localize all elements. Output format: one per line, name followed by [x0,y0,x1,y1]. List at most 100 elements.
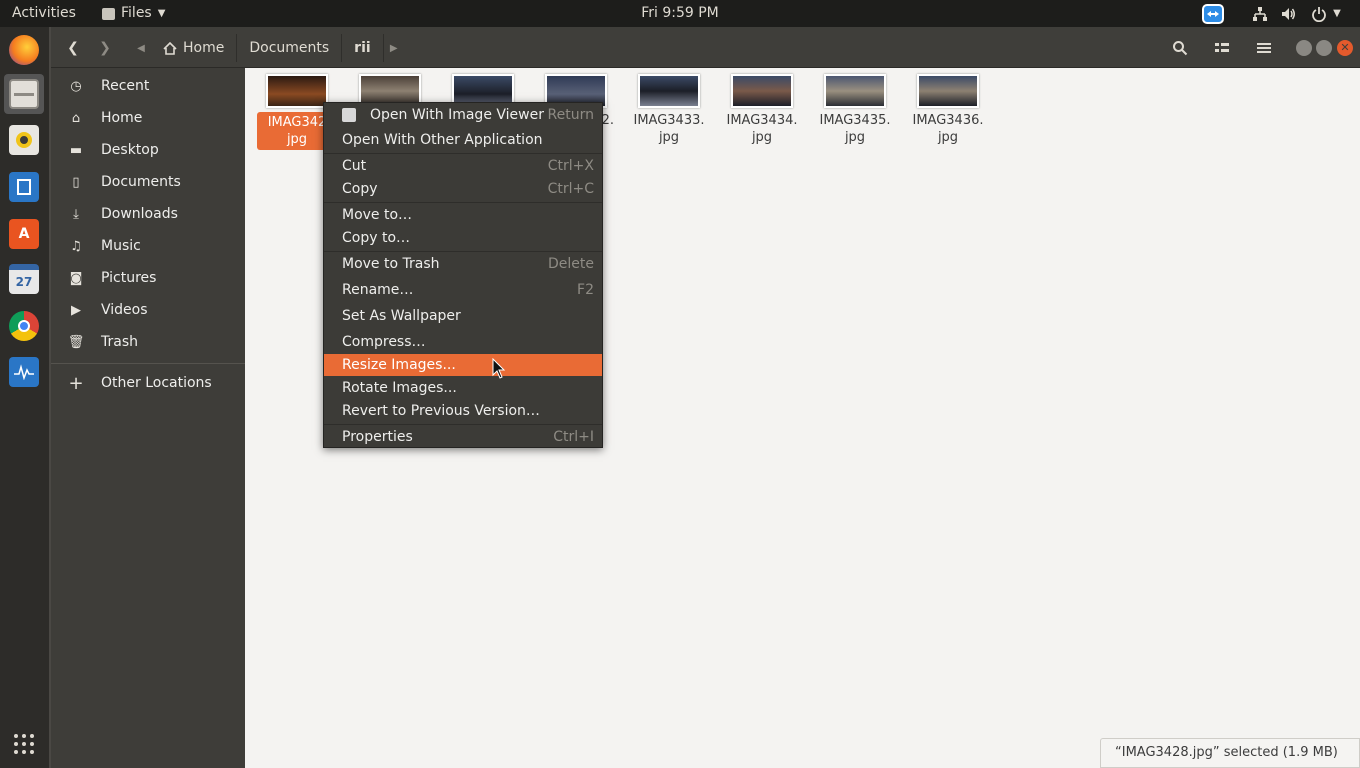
sidebar-item-desktop[interactable]: ▬ Desktop [51,135,245,165]
menu-item-label: Move to… [342,207,413,223]
file-item[interactable]: IMAG3434. jpg [722,74,802,146]
sidebar-item-label: Other Locations [101,375,212,391]
sidebar-item-label: Recent [101,78,150,94]
header-bar: ❮ ❯ ◀ Home Documents rii ▶ ✕ [51,27,1360,68]
power-icon [1312,6,1327,22]
clock-icon: ◷ [70,78,82,94]
pathbar-right-arrow-icon[interactable]: ▶ [384,43,404,54]
view-toggle-button[interactable] [1207,34,1237,62]
menu-item-move-to-trash[interactable]: Move to Trash Delete [324,253,602,275]
menu-item-copy[interactable]: Copy Ctrl+C [324,178,602,200]
menu-item-resize-images[interactable]: Resize Images... [324,354,602,376]
sidebar-item-pictures[interactable]: ◙ Pictures [51,263,245,293]
document-icon: ▯ [72,174,80,190]
clock: Fri 9:59 PM [0,0,1360,27]
breadcrumb-home-label: Home [183,40,225,56]
menu-separator [324,202,602,203]
menu-item-compress[interactable]: Compress… [324,331,602,353]
breadcrumb-home[interactable]: Home [151,34,238,62]
menu-item-open-with-image-viewer[interactable]: Open With Image Viewer Return [324,104,602,126]
sidebar-item-videos[interactable]: ▶ Videos [51,295,245,325]
back-button[interactable]: ❮ [59,34,87,62]
system-monitor-icon [9,357,39,387]
app-menu-label: Files [121,5,152,21]
folder-icon: ▬ [69,142,83,158]
dock-software[interactable]: A [4,214,44,254]
hamburger-menu-button[interactable] [1249,34,1279,62]
menu-item-properties[interactable]: Properties Ctrl+I [324,426,602,448]
dock-writer[interactable] [4,167,44,207]
menu-item-set-as-wallpaper[interactable]: Set As Wallpaper [324,305,602,327]
video-icon: ▶ [71,302,81,318]
dock-rhythmbox[interactable] [4,120,44,160]
breadcrumb: ◀ Home Documents rii ▶ [131,34,404,62]
menu-item-accel: Delete [548,256,594,272]
sidebar-item-trash[interactable]: 🗑 Trash [51,327,245,357]
sidebar-item-recent[interactable]: ◷ Recent [51,71,245,101]
search-button[interactable] [1165,34,1195,62]
sidebar-item-label: Videos [101,302,148,318]
close-button[interactable]: ✕ [1337,40,1353,56]
menu-item-label: Revert to Previous Version… [342,403,540,419]
forward-button[interactable]: ❯ [91,34,119,62]
file-name-line2: jpg [658,130,680,145]
activities-button[interactable]: Activities [12,0,76,27]
dock-firefox[interactable] [4,30,44,70]
power-menu[interactable]: ▼ [1306,0,1346,27]
context-menu: Open With Image Viewer Return Open With … [323,102,603,448]
search-icon [1173,41,1188,56]
menu-separator [324,153,602,154]
menu-separator [324,424,602,425]
file-name-line1: IMAG3434. [726,113,798,128]
menu-item-revert-to-previous-version[interactable]: Revert to Previous Version… [324,400,602,422]
clock-label[interactable]: Fri 9:59 PM [641,5,719,21]
menu-separator [324,251,602,252]
dock-chrome[interactable] [4,306,44,346]
menu-item-move-to[interactable]: Move to… [324,204,602,226]
sidebar-item-home[interactable]: ⌂ Home [51,103,245,133]
menu-item-accel: Ctrl+C [547,181,594,197]
app-menu[interactable]: Files ▼ [102,0,165,27]
sidebar-item-documents[interactable]: ▯ Documents [51,167,245,197]
dock-system-monitor[interactable] [4,352,44,392]
sidebar-item-music[interactable]: ♫ Music [51,231,245,261]
file-name-line2: jpg [286,132,308,147]
file-name-line1: 2. [601,113,614,128]
menu-item-cut[interactable]: Cut Ctrl+X [324,155,602,177]
volume-icon[interactable] [1278,0,1298,27]
software-center-icon: A [9,219,39,249]
dock-calendar[interactable]: 27 [4,259,44,299]
maximize-button[interactable] [1316,40,1332,56]
dock-files[interactable] [4,74,44,114]
network-icon[interactable] [1250,0,1270,27]
menu-item-label: Move to Trash [342,256,440,272]
sidebar-item-downloads[interactable]: ⤓ Downloads [51,199,245,229]
menu-item-rename[interactable]: Rename… F2 [324,279,602,301]
menu-item-open-with-other-application[interactable]: Open With Other Application [324,129,602,151]
trash-icon: 🗑 [67,334,85,350]
menu-item-label: Compress… [342,334,426,350]
menu-item-label: Resize Images... [342,357,456,373]
minimize-button[interactable] [1296,40,1312,56]
menu-item-label: Cut [342,158,367,174]
firefox-icon [9,35,39,65]
speaker-icon [9,125,39,155]
show-applications-button[interactable] [4,724,44,764]
chevron-down-icon: ▼ [157,8,166,19]
breadcrumb-documents[interactable]: Documents [237,34,343,62]
menu-item-rotate-images[interactable]: Rotate Images... [324,377,602,399]
image-viewer-icon [342,108,356,122]
file-name-line2: jpg [937,130,959,145]
plus-icon: + [68,372,84,394]
file-item[interactable]: IMAG3433. jpg [629,74,709,146]
menu-item-label: Set As Wallpaper [342,308,461,324]
teamviewer-tray-icon[interactable] [1201,0,1225,27]
file-thumbnail [638,74,700,108]
menu-item-accel: F2 [577,282,594,298]
sidebar-item-other-locations[interactable]: + Other Locations [51,368,245,398]
file-item[interactable]: IMAG3435. jpg [815,74,895,146]
menu-item-copy-to[interactable]: Copy to… [324,227,602,249]
file-item[interactable]: IMAG3436. jpg [908,74,988,146]
pathbar-left-arrow-icon[interactable]: ◀ [131,43,151,54]
breadcrumb-rii[interactable]: rii [342,34,384,62]
